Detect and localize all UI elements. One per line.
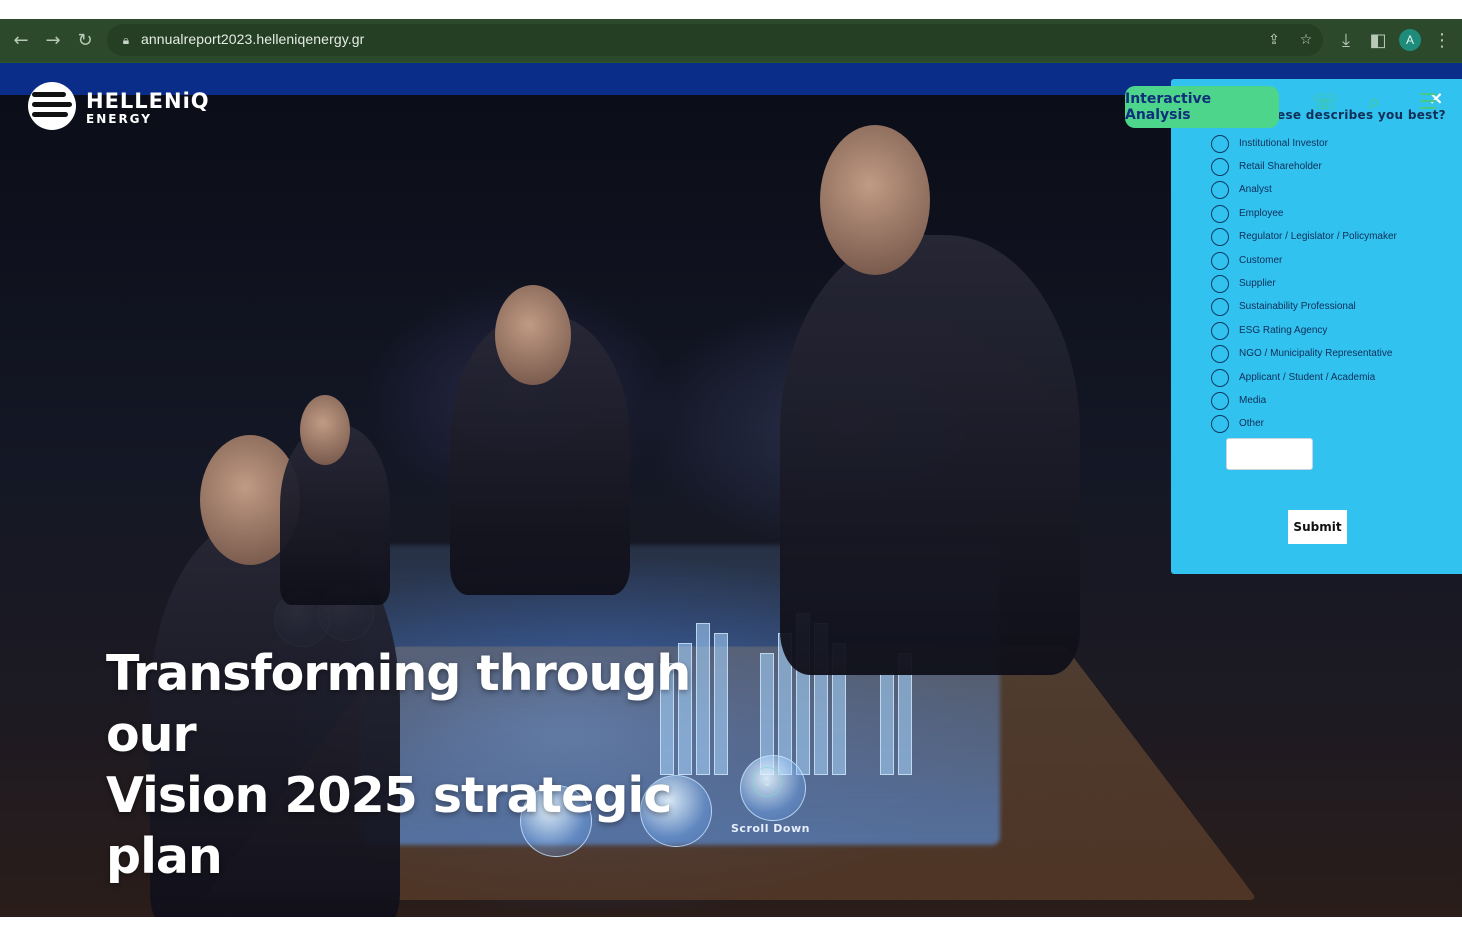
person-standing xyxy=(780,235,1080,675)
survey-option[interactable]: Sustainability Professional xyxy=(1211,298,1451,318)
radio-button[interactable] xyxy=(1211,205,1229,223)
person-head xyxy=(300,395,350,465)
radio-button[interactable] xyxy=(1211,322,1229,340)
interactive-analysis-button[interactable]: Interactive Analysis xyxy=(1125,86,1279,128)
option-label: Sustainability Professional xyxy=(1239,301,1356,312)
radio-button[interactable] xyxy=(1211,345,1229,363)
submit-button[interactable]: Submit xyxy=(1288,510,1347,544)
scroll-down-label[interactable]: Scroll Down xyxy=(731,822,810,835)
survey-option[interactable]: Applicant / Student / Academia xyxy=(1211,369,1451,389)
survey-option[interactable]: Supplier xyxy=(1211,275,1451,295)
person-head xyxy=(495,285,571,385)
profile-avatar[interactable]: A xyxy=(1399,29,1421,51)
survey-panel: ese describes you best? × Institutional … xyxy=(1171,79,1462,574)
radio-button[interactable] xyxy=(1211,298,1229,316)
option-label: Customer xyxy=(1239,255,1283,266)
radio-button[interactable] xyxy=(1211,252,1229,270)
option-label: NGO / Municipality Representative xyxy=(1239,348,1393,359)
survey-option[interactable]: Retail Shareholder xyxy=(1211,158,1451,178)
star-icon[interactable]: ☆ xyxy=(1296,30,1316,50)
download-icon[interactable]: ⤓ xyxy=(1333,27,1359,53)
search-icon[interactable]: ⌕ xyxy=(1359,88,1389,116)
radio-button[interactable] xyxy=(1211,392,1229,410)
option-label: Retail Shareholder xyxy=(1239,161,1322,172)
phone-icon[interactable]: ☏ xyxy=(1310,88,1340,116)
option-label: Applicant / Student / Academia xyxy=(1239,372,1376,383)
person-head xyxy=(820,125,930,275)
radio-button[interactable] xyxy=(1211,275,1229,293)
radio-button[interactable] xyxy=(1211,228,1229,246)
option-label: Institutional Investor xyxy=(1239,138,1328,149)
survey-option[interactable]: Regulator / Legislator / Policymaker xyxy=(1211,228,1451,248)
logo-subtitle: ENERGY xyxy=(86,112,152,126)
site-logo[interactable]: HELLENiQ ENERGY xyxy=(28,82,210,134)
chevron-down-icon[interactable]: ⌄ xyxy=(752,767,782,797)
window-top-strip xyxy=(0,0,1462,19)
survey-option[interactable]: Customer xyxy=(1211,252,1451,272)
option-label: Supplier xyxy=(1239,278,1276,289)
headline-line-1: Transforming through our xyxy=(106,645,691,763)
hamburger-menu-icon[interactable]: ☰ xyxy=(1413,88,1443,116)
survey-option[interactable]: NGO / Municipality Representative xyxy=(1211,345,1451,365)
back-icon[interactable]: ← xyxy=(8,27,34,53)
hero-headline: Transforming through our Vision 2025 str… xyxy=(106,643,746,887)
headline-line-2: Vision 2025 strategic plan xyxy=(106,767,672,885)
survey-option[interactable]: Institutional Investor xyxy=(1211,135,1451,155)
other-text-input[interactable] xyxy=(1226,438,1313,470)
logo-mark-icon xyxy=(28,82,76,130)
radio-button[interactable] xyxy=(1211,415,1229,433)
radio-button[interactable] xyxy=(1211,158,1229,176)
sidepanel-icon[interactable]: ◧ xyxy=(1365,27,1391,53)
survey-option[interactable]: Analyst xyxy=(1211,181,1451,201)
address-bar[interactable]: 🔒︎ annualreport2023.helleniqenergy.gr ⇪ … xyxy=(107,24,1323,56)
survey-option[interactable]: Other xyxy=(1211,415,1451,435)
window-bottom-strip xyxy=(0,917,1462,937)
menu-dots-icon[interactable]: ⋮ xyxy=(1429,27,1455,53)
radio-button[interactable] xyxy=(1211,369,1229,387)
logo-title: HELLENiQ xyxy=(86,89,210,113)
lock-icon[interactable]: 🔒︎ xyxy=(119,32,133,48)
option-label: Media xyxy=(1239,395,1267,406)
option-label: Employee xyxy=(1239,208,1284,219)
option-label: ESG Rating Agency xyxy=(1239,325,1328,336)
browser-toolbar: ← → ↻ 🔒︎ annualreport2023.helleniqenergy… xyxy=(0,19,1462,63)
option-label: Other xyxy=(1239,418,1265,429)
forward-icon[interactable]: → xyxy=(40,27,66,53)
reload-icon[interactable]: ↻ xyxy=(72,27,98,53)
share-icon[interactable]: ⇪ xyxy=(1264,30,1284,50)
url-text: annualreport2023.helleniqenergy.gr xyxy=(141,31,365,47)
option-label: Analyst xyxy=(1239,184,1272,195)
survey-option[interactable]: Employee xyxy=(1211,205,1451,225)
survey-option[interactable]: Media xyxy=(1211,392,1451,412)
radio-button[interactable] xyxy=(1211,135,1229,153)
option-label: Regulator / Legislator / Policymaker xyxy=(1239,231,1397,242)
radio-button[interactable] xyxy=(1211,181,1229,199)
survey-option[interactable]: ESG Rating Agency xyxy=(1211,322,1451,342)
